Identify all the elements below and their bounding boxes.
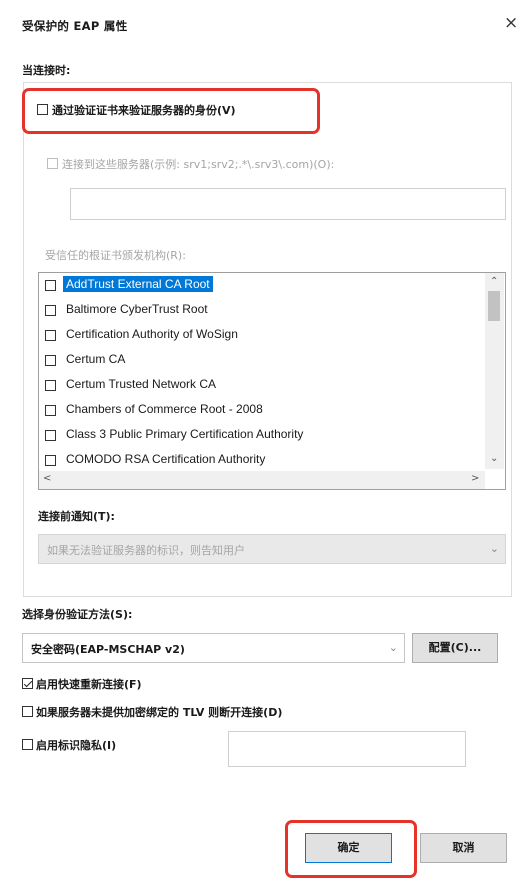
- connect-servers-label: 连接到这些服务器(示例: srv1;srv2;.*\.srv3\.com)(O)…: [62, 158, 335, 171]
- horizontal-scrollbar[interactable]: < >: [39, 471, 485, 489]
- ca-name: Certum CA: [66, 352, 126, 366]
- identity-privacy-checkbox[interactable]: [22, 739, 33, 750]
- ca-name: Chambers of Commerce Root - 2008: [66, 402, 263, 416]
- when-connecting-label: 当连接时:: [22, 64, 71, 77]
- list-item[interactable]: Chambers of Commerce Root - 2008: [39, 398, 485, 423]
- trusted-ca-label: 受信任的根证书颁发机构(R):: [45, 249, 186, 262]
- vertical-scrollbar[interactable]: ⌃ ⌄: [485, 273, 504, 469]
- ca-checkbox[interactable]: [45, 280, 56, 291]
- close-icon[interactable]: ×: [504, 13, 518, 33]
- chevron-down-icon: ⌄: [388, 641, 398, 654]
- list-item[interactable]: Certum Trusted Network CA: [39, 373, 485, 398]
- ca-checkbox[interactable]: [45, 330, 56, 341]
- ca-checkbox[interactable]: [45, 405, 56, 416]
- list-item[interactable]: Certification Authority of WoSign: [39, 323, 485, 348]
- ca-name: Certification Authority of WoSign: [66, 327, 238, 341]
- notify-select[interactable]: 如果无法验证服务器的标识，则告知用户 ⌄: [38, 534, 506, 564]
- scroll-up-icon[interactable]: ⌃: [490, 276, 498, 287]
- ca-name: Class 3 Public Primary Certification Aut…: [66, 427, 304, 441]
- ca-name: COMODO RSA Certification Authority: [66, 452, 266, 466]
- list-item[interactable]: Baltimore CyberTrust Root: [39, 298, 485, 323]
- scroll-right-icon[interactable]: >: [471, 473, 479, 484]
- notify-value: 如果无法验证服务器的标识，则告知用户: [47, 544, 245, 557]
- disconnect-tlv-label: 如果服务器未提供加密绑定的 TLV 则断开连接(D): [36, 706, 283, 719]
- trusted-ca-list[interactable]: AddTrust External CA Root Baltimore Cybe…: [38, 272, 506, 490]
- scroll-down-icon[interactable]: ⌄: [490, 453, 498, 464]
- auth-method-label: 选择身份验证方法(S):: [22, 608, 133, 621]
- list-item[interactable]: COMODO RSA Certification Authority: [39, 448, 485, 473]
- ok-label: 确定: [337, 841, 360, 854]
- ok-button[interactable]: 确定: [305, 833, 392, 863]
- configure-label: 配置(C)...: [428, 641, 482, 654]
- identity-input[interactable]: [228, 731, 466, 767]
- chevron-down-icon: ⌄: [489, 542, 499, 555]
- notify-label: 连接前通知(T):: [38, 510, 115, 523]
- connect-servers-checkbox[interactable]: [47, 158, 58, 169]
- ca-checkbox[interactable]: [45, 380, 56, 391]
- disconnect-tlv-checkbox[interactable]: [22, 706, 33, 717]
- ca-checkbox[interactable]: [45, 455, 56, 466]
- identity-privacy-label: 启用标识隐私(I): [36, 739, 117, 752]
- verify-cert-label: 通过验证证书来验证服务器的身份(V): [52, 104, 236, 117]
- configure-button[interactable]: 配置(C)...: [412, 633, 498, 663]
- list-item[interactable]: Class 3 Public Primary Certification Aut…: [39, 423, 485, 448]
- ca-name: Certum Trusted Network CA: [66, 377, 217, 391]
- cancel-label: 取消: [452, 841, 475, 854]
- fast-reconnect-checkbox[interactable]: [22, 678, 33, 689]
- ca-name: Baltimore CyberTrust Root: [66, 302, 208, 316]
- ca-checkbox[interactable]: [45, 430, 56, 441]
- dialog-title: 受保护的 EAP 属性: [22, 19, 128, 33]
- list-item[interactable]: AddTrust External CA Root: [39, 273, 485, 298]
- list-item[interactable]: Certum CA: [39, 348, 485, 373]
- auth-method-select[interactable]: 安全密码(EAP-MSCHAP v2) ⌄: [22, 633, 405, 663]
- scroll-left-icon[interactable]: <: [43, 473, 51, 484]
- auth-method-value: 安全密码(EAP-MSCHAP v2): [31, 643, 185, 656]
- scroll-thumb[interactable]: [488, 291, 500, 321]
- ca-name: AddTrust External CA Root: [63, 276, 213, 292]
- ca-checkbox[interactable]: [45, 305, 56, 316]
- fast-reconnect-label: 启用快速重新连接(F): [36, 678, 142, 691]
- ca-checkbox[interactable]: [45, 355, 56, 366]
- verify-cert-checkbox[interactable]: [37, 104, 48, 115]
- cancel-button[interactable]: 取消: [420, 833, 507, 863]
- servers-input[interactable]: [70, 188, 506, 220]
